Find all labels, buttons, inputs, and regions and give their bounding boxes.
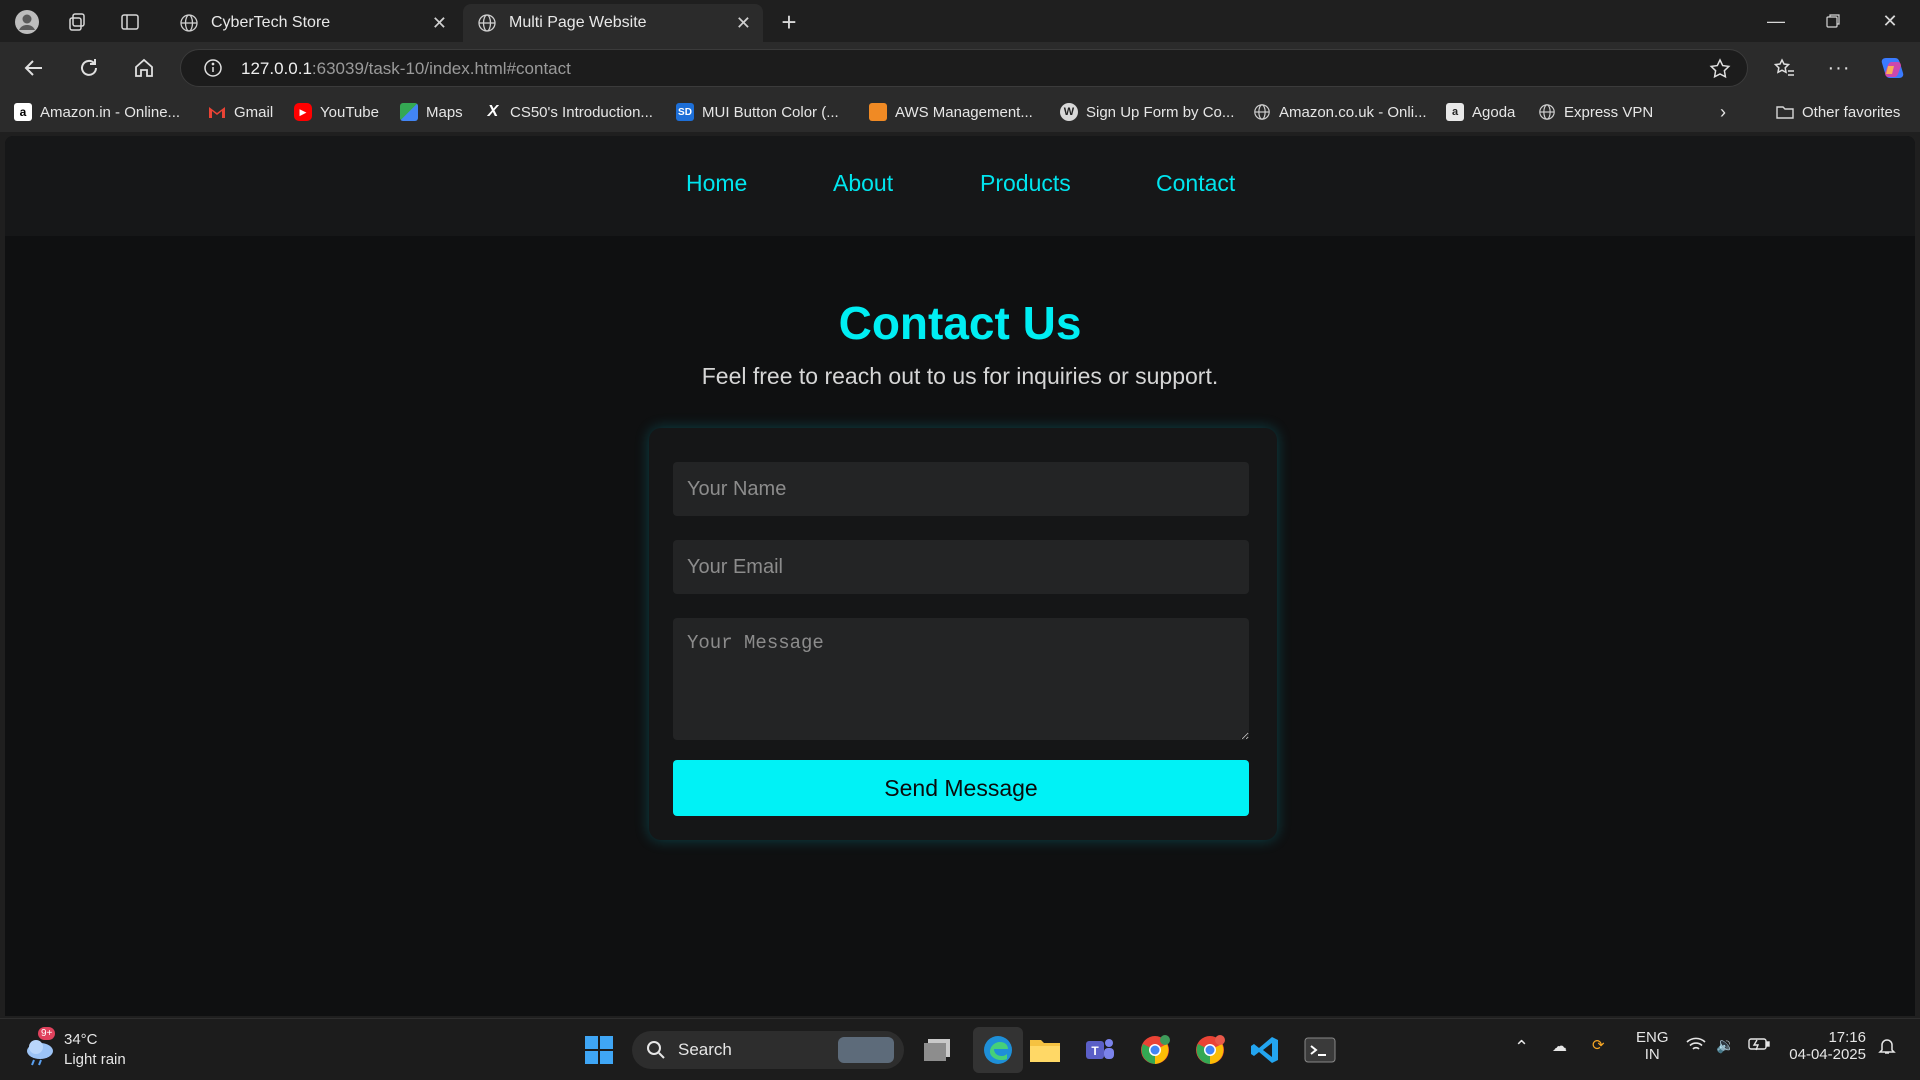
- task-view-icon[interactable]: [920, 1033, 954, 1067]
- teams-icon[interactable]: T: [1083, 1033, 1117, 1067]
- new-tab-button[interactable]: +: [776, 7, 802, 37]
- volume-icon[interactable]: 🔉: [1716, 1036, 1735, 1054]
- close-tab-icon[interactable]: ✕: [736, 13, 751, 34]
- vscode-icon[interactable]: [1248, 1033, 1282, 1067]
- bookmark-amazon-in[interactable]: a Amazon.in - Online...: [14, 101, 180, 123]
- url-text: 127.0.0.1:63039/task-10/index.html#conta…: [241, 59, 571, 78]
- bookmark-youtube[interactable]: ▶ YouTube: [294, 101, 379, 123]
- weather-icon[interactable]: 9+: [22, 1027, 58, 1067]
- browser-toolbar: 127.0.0.1:63039/task-10/index.html#conta…: [0, 42, 1920, 92]
- terminal-icon[interactable]: [1303, 1033, 1337, 1067]
- nav-link-about[interactable]: About: [833, 170, 893, 197]
- globe-icon: [180, 14, 198, 32]
- maps-icon: [400, 103, 418, 121]
- wifi-icon[interactable]: [1686, 1037, 1706, 1057]
- more-bookmarks-chevron-icon[interactable]: ›: [1720, 101, 1726, 123]
- clock[interactable]: 17:16 04-04-2025: [1786, 1029, 1866, 1063]
- workspaces-icon[interactable]: [64, 9, 90, 35]
- bookmark-signup-form[interactable]: W Sign Up Form by Co...: [1060, 101, 1234, 123]
- youtube-icon: ▶: [294, 103, 312, 121]
- onedrive-icon[interactable]: ☁: [1552, 1037, 1567, 1055]
- other-favorites-folder[interactable]: Other favorites: [1776, 101, 1900, 123]
- nav-link-contact[interactable]: Contact: [1156, 170, 1235, 197]
- close-window-button[interactable]: ✕: [1870, 6, 1910, 36]
- profile-avatar-icon[interactable]: [14, 9, 40, 35]
- back-arrow-icon[interactable]: [18, 52, 50, 84]
- page-viewport: Home About Products Contact Contact Us F…: [5, 136, 1915, 1016]
- globe-icon: [1253, 103, 1271, 121]
- site-navbar: Home About Products Contact: [5, 136, 1915, 236]
- amazon-icon: a: [14, 103, 32, 121]
- chrome-icon[interactable]: [1193, 1033, 1227, 1067]
- bookmarks-bar: a Amazon.in - Online... Gmail ▶ YouTube Ma…: [0, 92, 1920, 132]
- chrome-profile-icon[interactable]: [1138, 1033, 1172, 1067]
- home-icon[interactable]: [128, 52, 160, 84]
- sync-icon[interactable]: ⟳: [1592, 1036, 1605, 1054]
- close-tab-icon[interactable]: ✕: [432, 13, 447, 34]
- agoda-icon: a: [1446, 103, 1464, 121]
- page-title: Contact Us: [838, 297, 1082, 349]
- minimize-button[interactable]: —: [1756, 6, 1796, 36]
- notifications-icon[interactable]: [1878, 1037, 1896, 1059]
- refresh-icon[interactable]: [73, 52, 105, 84]
- bookmark-aws[interactable]: AWS Management...: [869, 101, 1033, 123]
- site-info-icon[interactable]: [203, 58, 223, 78]
- tab-label: Multi Page Website: [509, 14, 647, 31]
- bookmark-cs50[interactable]: X CS50's Introduction...: [484, 101, 653, 123]
- search-icon: [647, 1041, 665, 1059]
- taskbar-search-box[interactable]: Search: [632, 1031, 904, 1069]
- bookmark-gmail[interactable]: Gmail: [208, 101, 273, 123]
- edx-icon: X: [487, 103, 499, 120]
- bookmark-express-vpn[interactable]: Express VPN: [1538, 101, 1653, 123]
- page-subtitle: Feel free to reach out to us for inquiri…: [701, 363, 1219, 389]
- favorite-star-icon[interactable]: [1709, 58, 1731, 80]
- copilot-icon[interactable]: [1876, 52, 1908, 84]
- browser-title-bar: CyberTech Store ✕ Multi Page Website ✕ +…: [0, 0, 1920, 42]
- mui-icon: SD: [676, 103, 694, 121]
- bookmark-agoda[interactable]: a Agoda: [1446, 101, 1515, 123]
- edge-browser-icon[interactable]: [973, 1027, 1023, 1073]
- region-label: IN: [1644, 1046, 1660, 1063]
- name-input[interactable]: [673, 462, 1249, 516]
- aws-icon: [869, 103, 887, 121]
- weather-temp: 34°C: [64, 1031, 98, 1048]
- more-options-icon[interactable]: ···: [1823, 52, 1855, 84]
- nav-link-products[interactable]: Products: [980, 170, 1071, 197]
- windows-start-icon[interactable]: [582, 1033, 616, 1067]
- file-explorer-icon[interactable]: [1028, 1033, 1062, 1067]
- email-input[interactable]: [673, 540, 1249, 594]
- svg-text:T: T: [1091, 1044, 1099, 1058]
- language-indicator[interactable]: ENG IN: [1636, 1029, 1669, 1063]
- folder-icon: [1776, 103, 1794, 121]
- favorites-icon[interactable]: [1768, 52, 1800, 84]
- globe-icon: [1538, 103, 1556, 121]
- tab-multi-page-website[interactable]: Multi Page Website ✕: [463, 4, 763, 42]
- bookmark-amazon-uk[interactable]: Amazon.co.uk - Onli...: [1253, 101, 1427, 123]
- battery-icon[interactable]: [1748, 1037, 1770, 1055]
- address-bar[interactable]: 127.0.0.1:63039/task-10/index.html#conta…: [180, 49, 1748, 87]
- contact-form: Send Message: [649, 428, 1277, 840]
- windows-taskbar: 9+ 34°C Light rain Search T ⌃ ☁ ⟳ ENG IN: [0, 1018, 1920, 1080]
- restore-button[interactable]: [1813, 6, 1853, 36]
- send-message-button[interactable]: Send Message: [673, 760, 1249, 816]
- tab-actions-icon[interactable]: [117, 9, 143, 35]
- clock-date: 04-04-2025: [1789, 1046, 1866, 1063]
- tray-chevron-icon[interactable]: ⌃: [1514, 1037, 1529, 1058]
- nav-link-home[interactable]: Home: [686, 170, 747, 197]
- gmail-icon: [208, 103, 226, 121]
- search-label: Search: [678, 1040, 732, 1059]
- wordpress-icon: W: [1060, 103, 1078, 121]
- language-label: ENG: [1636, 1029, 1669, 1046]
- tab-cybertech-store[interactable]: CyberTech Store ✕: [165, 4, 459, 42]
- bookmark-maps[interactable]: Maps: [400, 101, 463, 123]
- globe-icon: [478, 14, 496, 32]
- clock-time: 17:16: [1828, 1029, 1866, 1046]
- search-highlight-image: [838, 1037, 894, 1063]
- weather-desc: Light rain: [64, 1051, 126, 1068]
- message-textarea[interactable]: [673, 618, 1249, 740]
- bookmark-mui[interactable]: SD MUI Button Color (...: [676, 101, 839, 123]
- tab-label: CyberTech Store: [211, 14, 331, 31]
- weather-badge: 9+: [38, 1027, 56, 1040]
